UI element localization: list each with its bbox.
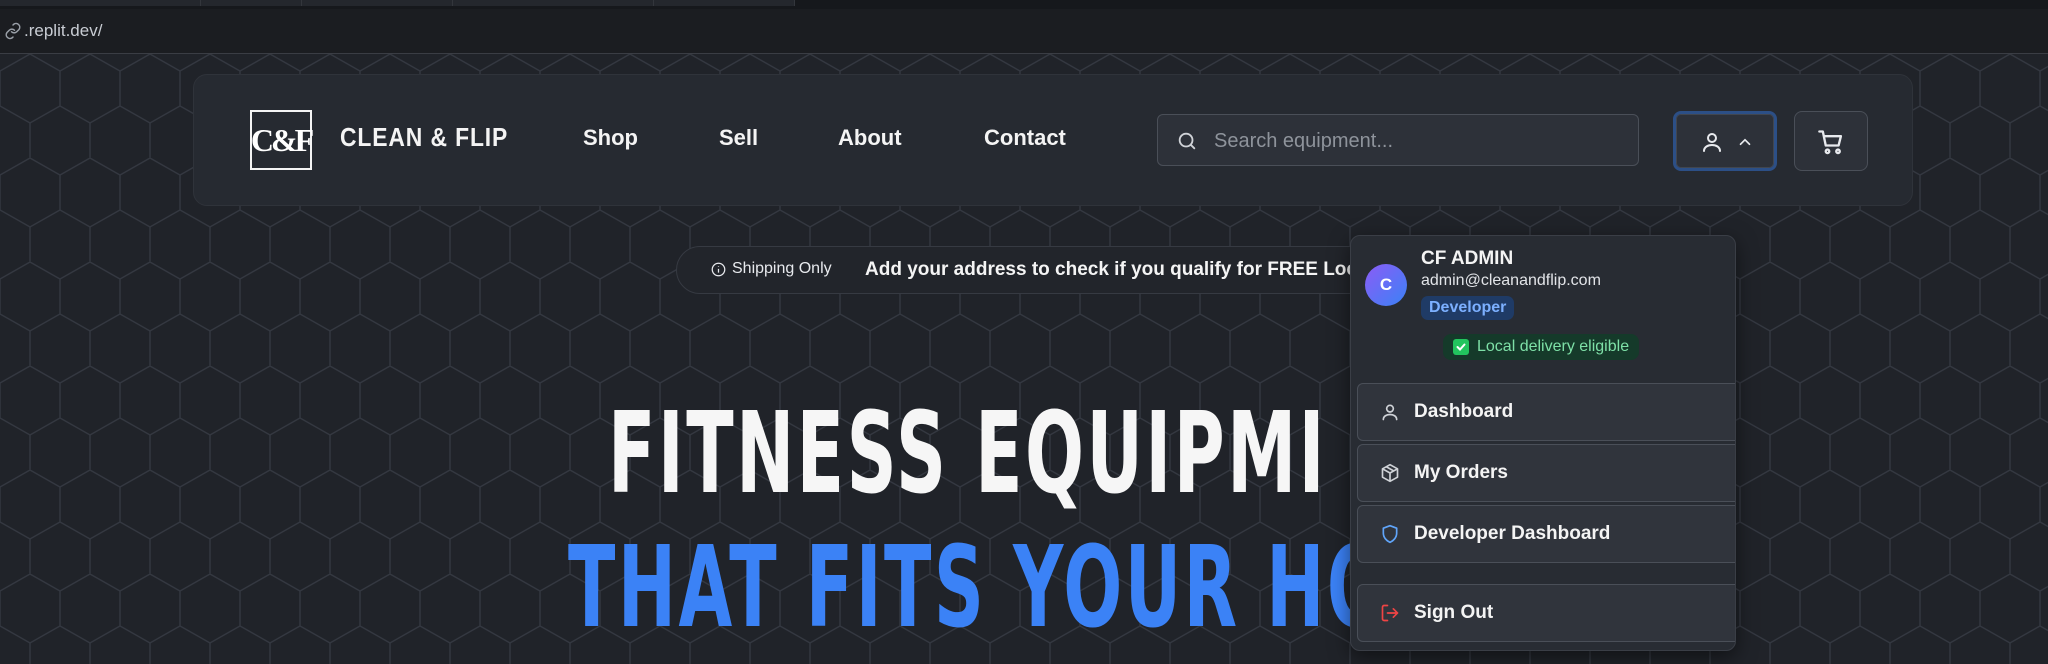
- delivery-eligible-label: Local delivery eligible: [1477, 338, 1630, 355]
- brand-name[interactable]: CLEAN & FLIP: [340, 122, 508, 153]
- browser-tab-strip: [0, 0, 2048, 9]
- nav-link-contact[interactable]: Contact: [984, 125, 1066, 151]
- search-input[interactable]: [1212, 115, 1616, 167]
- shield-icon: [1382, 524, 1398, 544]
- page-background: C&F CLEAN & FLIP Shop Sell About Contact: [0, 54, 2048, 664]
- browser-tab[interactable]: [0, 0, 201, 6]
- menu-item-my-orders[interactable]: My Orders: [1357, 444, 1735, 502]
- info-icon: [711, 262, 726, 276]
- menu-item-label: Sign Out: [1414, 602, 1494, 623]
- search-icon: [1178, 132, 1196, 150]
- browser-tab[interactable]: [654, 0, 795, 6]
- package-icon: [1381, 463, 1399, 483]
- browser-tab[interactable]: [302, 0, 453, 6]
- shipping-status-pill: Shipping Only: [711, 260, 832, 278]
- browser-tab[interactable]: [453, 0, 654, 6]
- user-name: CF ADMIN: [1421, 248, 1514, 269]
- user-icon: [1703, 133, 1721, 152]
- hero-title-line1: FITNESS EQUIPMI: [608, 389, 1327, 519]
- url-text[interactable]: .replit.dev/: [24, 21, 102, 41]
- nav-link-sell[interactable]: Sell: [719, 125, 758, 151]
- browser-tab[interactable]: [201, 0, 302, 6]
- menu-item-label: My Orders: [1414, 462, 1508, 483]
- banner-message: Add your address to check if you qualify…: [865, 259, 1392, 280]
- search-box[interactable]: [1157, 114, 1639, 167]
- delivery-eligible-badge: Local delivery eligible: [1443, 334, 1640, 360]
- nav-link-about[interactable]: About: [838, 125, 902, 151]
- shipping-status-label: Shipping Only: [732, 260, 832, 277]
- user-menu-button[interactable]: [1673, 111, 1777, 171]
- menu-item-dashboard[interactable]: Dashboard: [1357, 383, 1735, 441]
- logo[interactable]: C&F: [250, 110, 314, 170]
- menu-item-developer-dashboard[interactable]: Developer Dashboard: [1357, 505, 1735, 563]
- menu-item-label: Developer Dashboard: [1414, 523, 1611, 544]
- user-icon: [1382, 404, 1398, 421]
- address-bar[interactable]: .replit.dev/: [0, 9, 2048, 54]
- check-icon: [1453, 339, 1469, 355]
- cart-button[interactable]: [1794, 111, 1868, 171]
- role-badge: Developer: [1421, 296, 1515, 320]
- user-dropdown-menu: C CF ADMIN admin@cleanandflip.com Develo…: [1350, 235, 1736, 651]
- log-out-icon: [1381, 604, 1399, 622]
- shipping-banner[interactable]: Shipping Only Add your address to check …: [676, 246, 1396, 294]
- logo-mark: C&F: [250, 121, 314, 158]
- user-email: admin@cleanandflip.com: [1421, 272, 1601, 289]
- chevron-up-icon: [1739, 138, 1751, 146]
- site-header: C&F CLEAN & FLIP Shop Sell About Contact: [193, 74, 1913, 206]
- shopping-cart-icon: [1818, 130, 1843, 155]
- menu-item-sign-out[interactable]: Sign Out: [1357, 584, 1735, 642]
- nav-link-shop[interactable]: Shop: [583, 125, 638, 151]
- menu-item-label: Dashboard: [1414, 401, 1514, 422]
- avatar: C: [1365, 264, 1407, 306]
- link-icon: [5, 22, 21, 40]
